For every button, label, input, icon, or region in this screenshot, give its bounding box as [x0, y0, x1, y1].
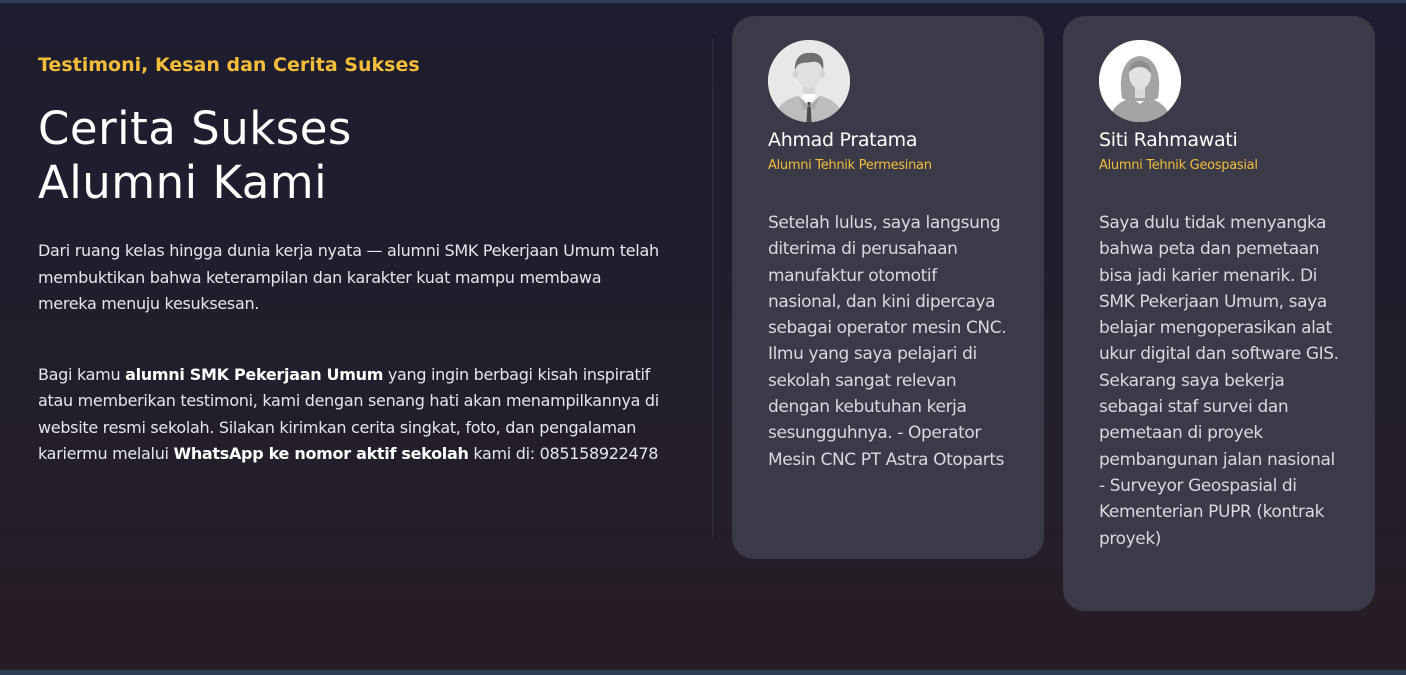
- testimonial-card: Ahmad Pratama Alumni Tehnik Permesinan S…: [732, 16, 1044, 559]
- section-eyebrow: Testimoni, Kesan dan Cerita Sukses: [38, 54, 420, 76]
- bottom-border: [0, 670, 1406, 675]
- heading-line-1: Cerita Sukses: [38, 102, 352, 155]
- male-avatar-icon: [768, 40, 850, 122]
- heading-line-2: Alumni Kami: [38, 156, 328, 209]
- testimonial-quote: Setelah lulus, saya langsung diterima di…: [768, 213, 1007, 470]
- testimonial-card: Siti Rahmawati Alumni Tehnik Geospasial …: [1063, 16, 1375, 611]
- top-border: [0, 0, 1406, 3]
- phone-number: 085158922478: [539, 444, 659, 463]
- cta-bold-alumni: alumni SMK Pekerjaan Umum: [125, 364, 384, 384]
- cta-text-3: kami di:: [468, 444, 540, 463]
- cta-bold-whatsapp: WhatsApp ke nomor aktif sekolah: [173, 444, 469, 463]
- submission-paragraph: Bagi kamu alumni SMK Pekerjaan Umum yang…: [38, 362, 663, 468]
- testimonial-quote: Saya dulu tidak menyangka bahwa peta dan…: [1099, 213, 1339, 549]
- intro-paragraph: Dari ruang kelas hingga dunia kerja nyat…: [38, 241, 659, 313]
- testimonial-name: Ahmad Pratama: [768, 129, 918, 151]
- section-heading: Cerita Sukses Alumni Kami: [38, 102, 663, 210]
- column-divider: [712, 38, 713, 538]
- testimonial-role: Alumni Tehnik Permesinan: [768, 158, 932, 173]
- testimonial-name: Siti Rahmawati: [1099, 129, 1238, 151]
- female-avatar-icon: [1099, 40, 1181, 122]
- testimonial-role: Alumni Tehnik Geospasial: [1099, 158, 1258, 173]
- cta-text-1: Bagi kamu: [38, 364, 126, 384]
- testimonial-intro: Testimoni, Kesan dan Cerita Sukses Cerit…: [38, 54, 663, 468]
